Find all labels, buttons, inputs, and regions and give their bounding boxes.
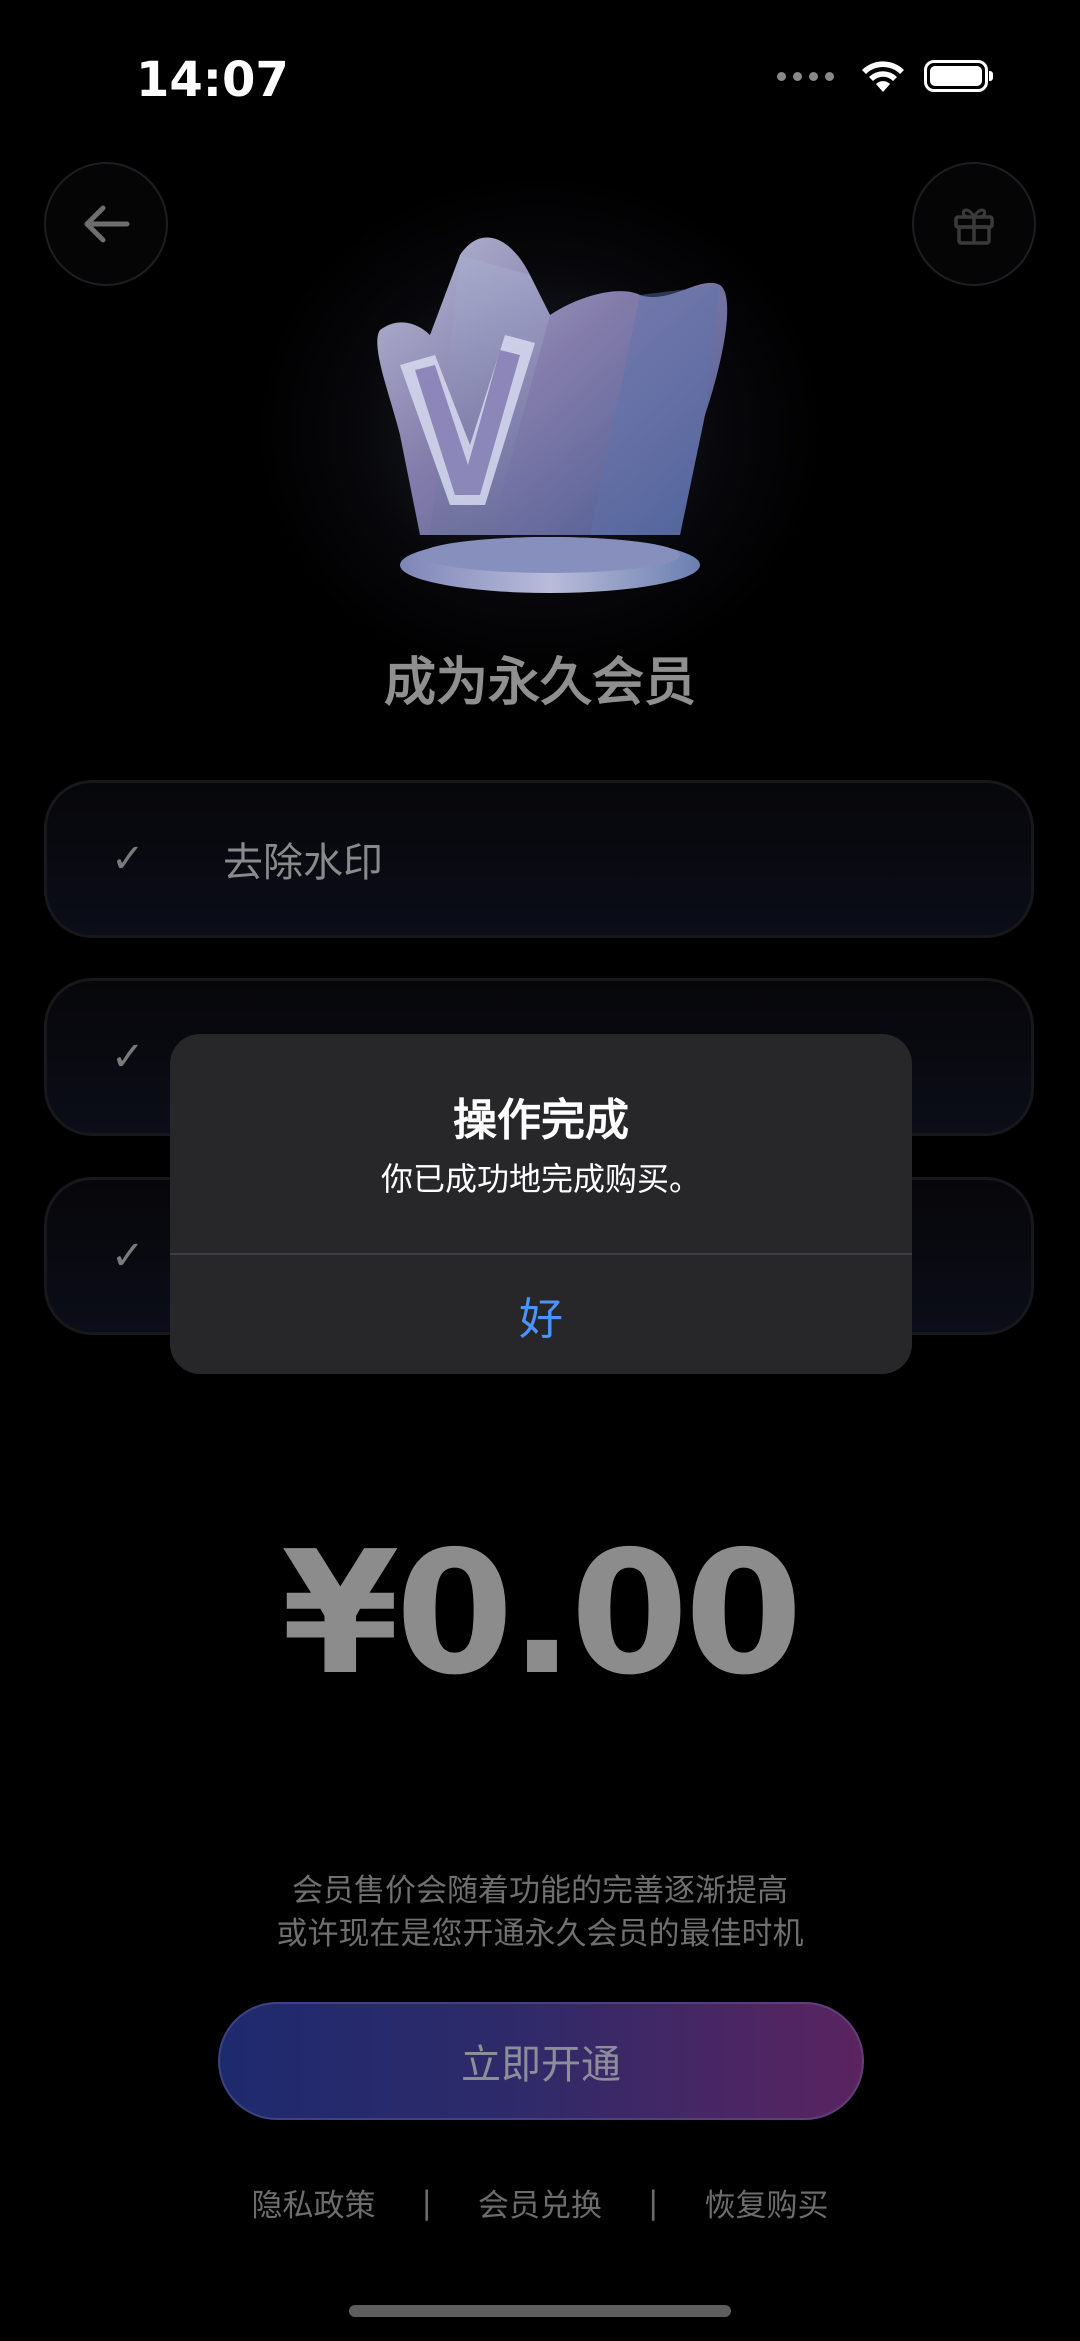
vip-crown-icon: [377, 237, 728, 593]
alert-message: 你已成功地完成购买。: [380, 1160, 701, 1198]
back-button[interactable]: [44, 162, 168, 286]
activate-button[interactable]: 立即开通: [218, 2002, 864, 2120]
privacy-policy-link[interactable]: 隐私政策: [252, 2180, 376, 2225]
checkmark-icon: ✓: [111, 836, 145, 882]
feature-label: 去除水印: [223, 840, 383, 886]
checkmark-icon: ✓: [111, 1034, 145, 1080]
feature-item: ✓ 去除水印: [44, 780, 1034, 938]
purchase-complete-alert: 操作完成 你已成功地完成购买。 好: [170, 1034, 912, 1374]
footer-links: 隐私政策 | 会员兑换 | 恢复购买: [0, 2180, 1080, 2225]
home-indicator[interactable]: [349, 2305, 731, 2317]
checkmark-icon: ✓: [111, 1233, 145, 1279]
pricing-note-line: 会员售价会随着功能的完善逐渐提高: [292, 1873, 788, 1909]
gift-icon: [954, 208, 994, 245]
redeem-membership-link[interactable]: 会员兑换: [478, 2180, 602, 2225]
gift-button[interactable]: [912, 162, 1036, 286]
alert-title: 操作完成: [453, 1095, 629, 1146]
pricing-note-line: 或许现在是您开通永久会员的最佳时机: [276, 1916, 804, 1952]
price-label: ¥0.00: [281, 1515, 803, 1713]
restore-purchase-link[interactable]: 恢复购买: [704, 2180, 828, 2225]
pricing-note: 会员售价会随着功能的完善逐渐提高 或许现在是您开通永久会员的最佳时机: [0, 1870, 1080, 1956]
alert-ok-button[interactable]: 好: [170, 1255, 912, 1374]
link-separator: |: [648, 2184, 659, 2221]
link-separator: |: [421, 2184, 432, 2221]
page-title: 成为永久会员: [383, 653, 696, 713]
arrow-left-icon: [84, 205, 130, 243]
